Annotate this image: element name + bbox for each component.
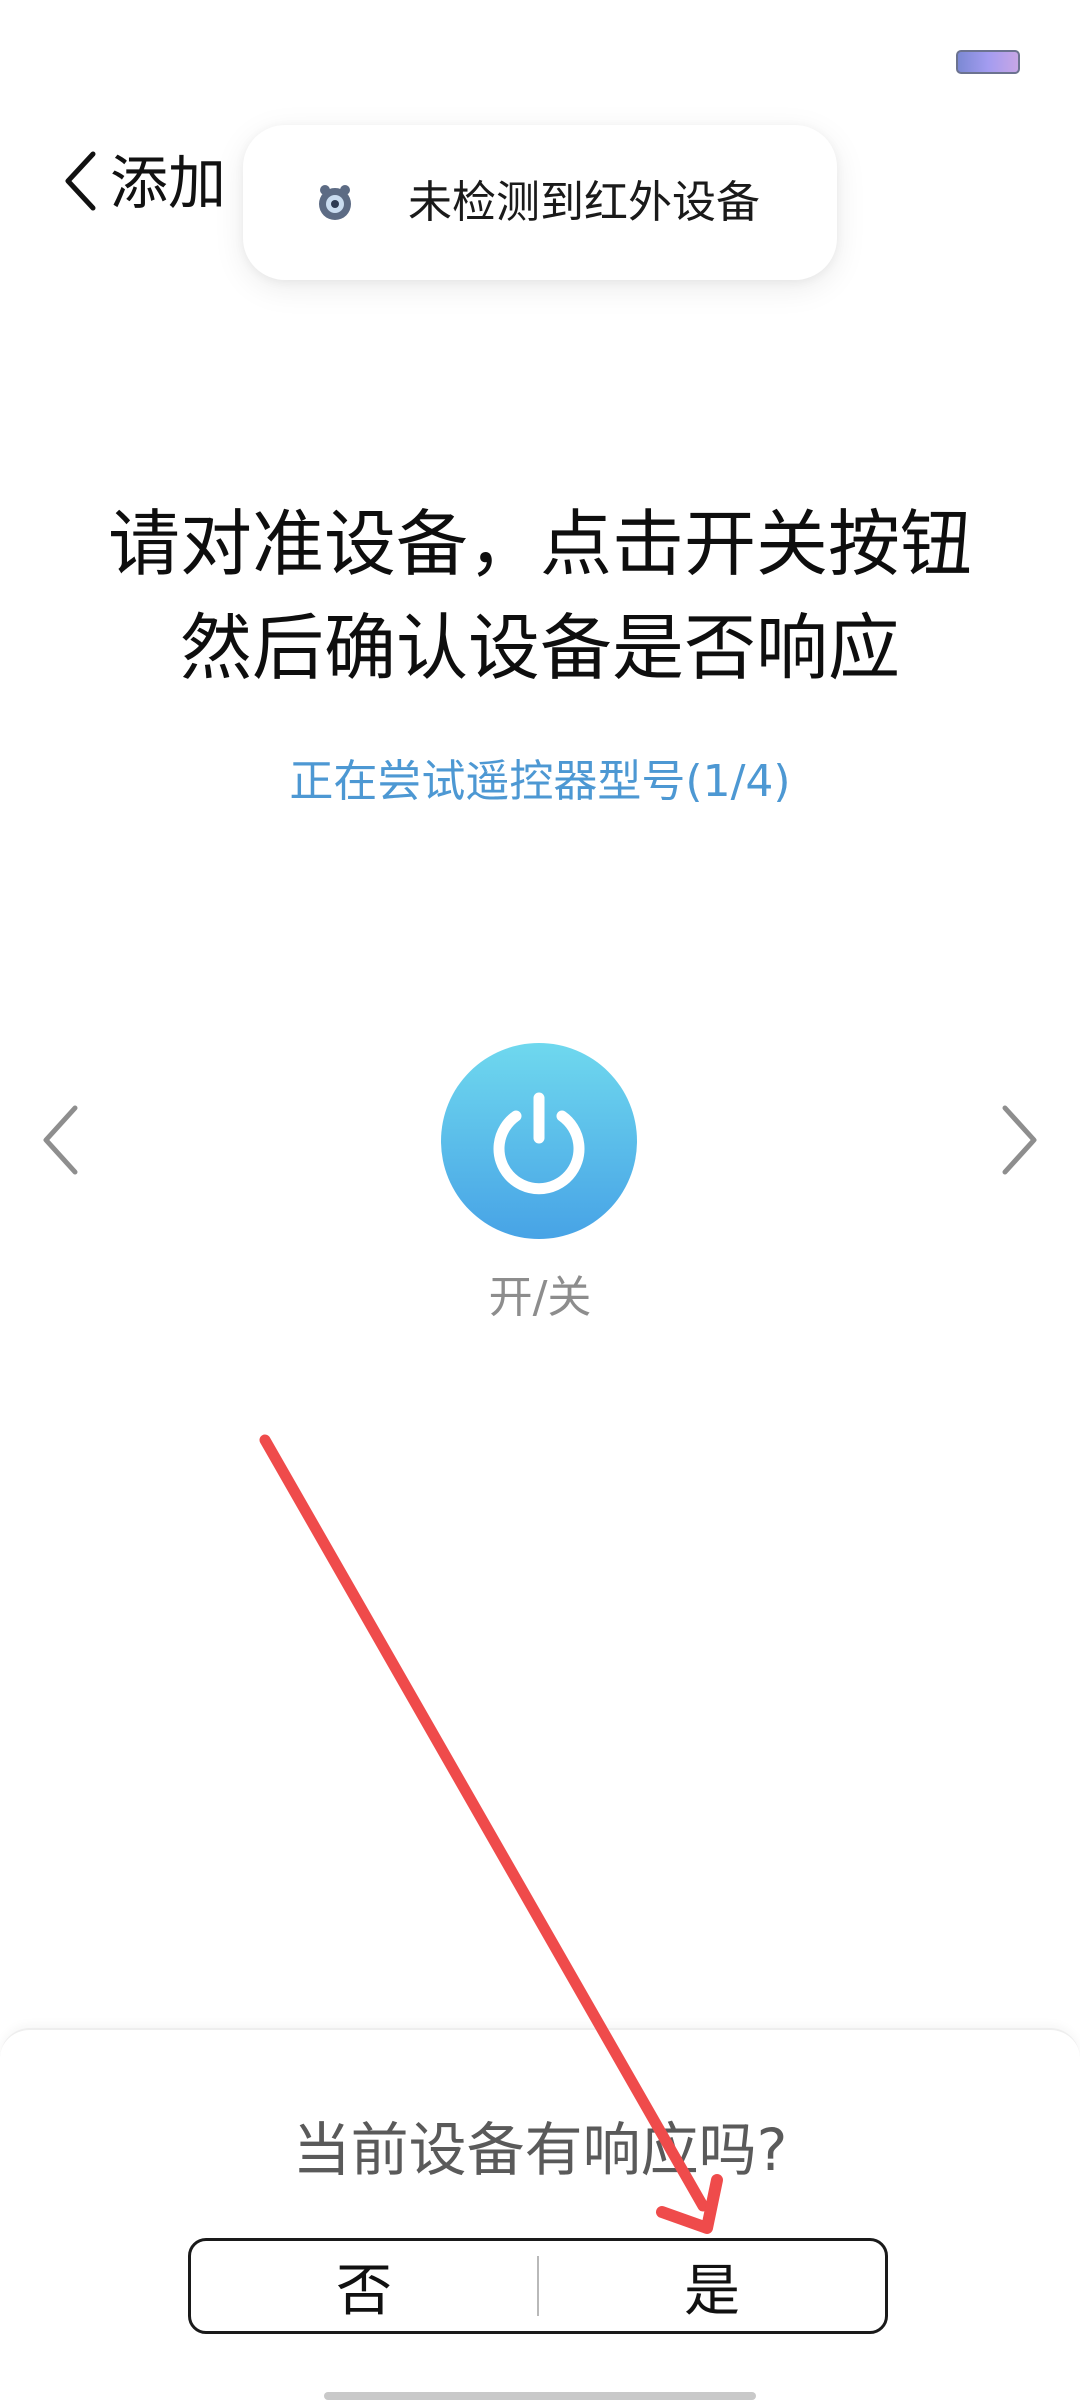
chevron-left-icon [43, 1105, 78, 1175]
no-button[interactable]: 否 [191, 2241, 537, 2331]
chevron-left-icon [65, 151, 96, 211]
infrared-icon [319, 185, 351, 220]
previous-model-button[interactable] [30, 1100, 90, 1180]
yes-button[interactable]: 是 [539, 2241, 885, 2331]
home-indicator[interactable] [324, 2392, 756, 2400]
status-indicator [956, 50, 1020, 74]
back-button[interactable] [50, 146, 110, 216]
chevron-right-icon [1002, 1105, 1037, 1175]
power-button[interactable] [441, 1043, 637, 1239]
instruction-line-1: 请对准设备，点击开关按钮 [107, 502, 972, 586]
instruction-line-2: 然后确认设备是否响应 [179, 606, 900, 690]
toast-notification: 未检测到红外设备 [243, 125, 837, 280]
model-status: 正在尝试遥控器型号(1/4) [289, 756, 791, 807]
instruction-text: 请对准设备，点击开关按钮 然后确认设备是否响应 [0, 492, 1080, 700]
response-question: 当前设备有响应吗? [292, 2116, 788, 2184]
toast-message: 未检测到红外设备 [408, 177, 760, 228]
page-title: 添加 [110, 149, 227, 217]
power-label: 开/关 [488, 1272, 592, 1323]
power-icon [493, 1092, 585, 1195]
answer-button-group: 否 是 [188, 2238, 888, 2334]
response-confirmation-sheet: 当前设备有响应吗? 否 是 [0, 2028, 1080, 2408]
next-model-button[interactable] [990, 1100, 1050, 1180]
